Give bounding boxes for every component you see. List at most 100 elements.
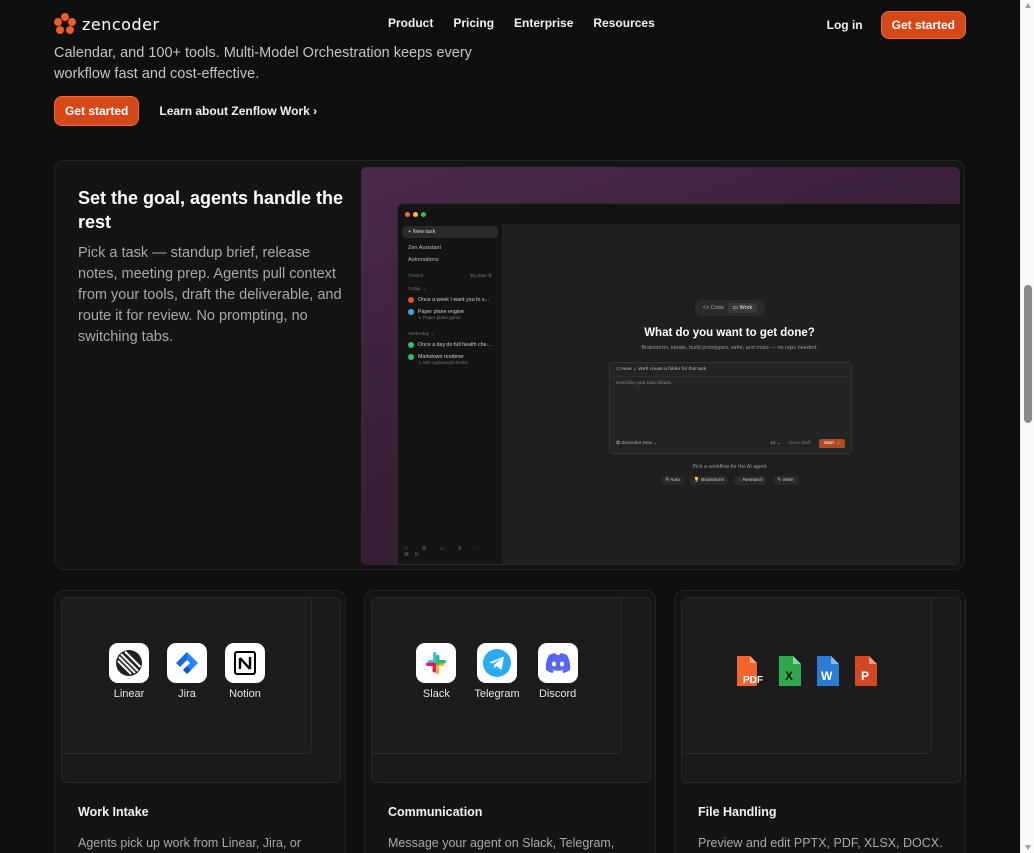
workflow-brainstorm[interactable]: 💡 Brainstorm (689, 476, 729, 485)
save-draft-button[interactable]: Save draft (789, 441, 811, 446)
prompt-footer: ✿ Zencoder Max ⌄ x1 ⌄ Save draft Start → (616, 439, 845, 448)
zencoder-logo-icon (54, 13, 76, 35)
feature-title: Set the goal, agents handle the rest (78, 188, 344, 232)
scroll-down-icon[interactable] (1025, 845, 1031, 850)
login-link[interactable]: Log in (827, 18, 863, 32)
integrations-visual: Linear Jira Notion (61, 597, 341, 783)
workflow-label: Pick a workflow for the AI agent (692, 464, 767, 470)
integration-linear: Linear (109, 643, 149, 700)
group-yesterday[interactable]: Yesterday ⌄ (402, 328, 498, 339)
tasks-header: TASKS By date ⇅ (402, 266, 498, 283)
maximize-window-icon (421, 211, 426, 217)
workflow-auto[interactable]: ⚲ Auto (661, 476, 684, 485)
integration-notion: Notion (225, 643, 265, 700)
work-intake-card: Linear Jira Notion Work Intake Agents pi… (54, 590, 346, 853)
task-item[interactable]: Markdown renderer ↳ MD Lightweight Editor (402, 351, 498, 369)
learn-zenflow-label: Learn about Zenflow Work (159, 104, 310, 118)
prompt-actions: x1 ⌄ Save draft Start → (770, 439, 845, 448)
prompt-box[interactable]: ▭ New ⌄ We'll create a folder for this t… (609, 362, 852, 454)
integrations-panel: Linear Jira Notion (62, 598, 312, 754)
telegram-icon (477, 643, 517, 683)
nav-link-resources[interactable]: Resources (593, 16, 654, 30)
nav-link-enterprise[interactable]: Enterprise (514, 16, 573, 30)
chevron-right-icon: › (313, 104, 318, 118)
card-description: Preview and edit PPTX, PDF, XLSX, DOCX. (698, 836, 943, 850)
minimize-window-icon (413, 211, 418, 217)
sidebar-bottom-icons[interactable]: ⚇ ⚙ ▭ ⚲ ⋯ ⌘K (404, 546, 502, 558)
mode-work[interactable]: ▭ Work (727, 303, 758, 313)
logo-text: zencoder (82, 14, 160, 34)
count-select[interactable]: x1 ⌄ (770, 441, 780, 446)
task-subtitle: ↳ MD Lightweight Editor (418, 360, 469, 365)
integration-jira: Jira (167, 643, 207, 700)
pdf-file-icon: PDF (737, 656, 763, 686)
integration-label: Discord (538, 688, 577, 700)
svg-text:X: X (785, 669, 793, 683)
top-nav: zencoder Product Pricing Enterprise Reso… (0, 0, 1020, 46)
main-title: What do you want to get done? (644, 327, 815, 339)
prompt-input[interactable]: Describe your task details. (610, 377, 851, 390)
mode-toggle[interactable]: <> Code ▭ Work (695, 300, 765, 316)
learn-zenflow-link[interactable]: Learn about Zenflow Work › (159, 104, 317, 118)
scroll-up-icon[interactable] (1025, 3, 1031, 8)
integrations-visual: Slack Telegram Discord (371, 597, 651, 783)
powerpoint-file-icon: P (855, 656, 877, 686)
task-item[interactable]: Paper plane engine ↳ Paper plane game (402, 306, 498, 324)
svg-text:PDF: PDF (743, 675, 763, 686)
app-mockup: + New task Zen Assistant Automations TAS… (397, 203, 960, 565)
task-status-icon (408, 297, 414, 303)
integration-discord: Discord (537, 643, 578, 700)
prompt-header: ▭ New ⌄ We'll create a folder for this t… (610, 363, 851, 377)
notion-icon (225, 643, 265, 683)
mode-code[interactable]: <> Code (703, 305, 724, 311)
page-scrollbar[interactable] (1020, 0, 1034, 853)
nav-link-product[interactable]: Product (388, 16, 433, 30)
hero-get-started-button[interactable]: Get started (54, 96, 140, 126)
integration-label: Slack (422, 688, 450, 700)
integration-icons: Linear Jira Notion (62, 643, 312, 700)
tasks-label: TASKS (408, 274, 424, 279)
jira-icon (167, 643, 207, 683)
discord-icon (537, 643, 578, 683)
integration-label: Jira (178, 688, 196, 700)
slack-icon (416, 643, 457, 683)
window-titlebar (398, 204, 960, 224)
integration-label: Notion (229, 688, 261, 700)
workflow-write[interactable]: ✎ Write (773, 476, 798, 485)
card-title: File Handling (698, 805, 777, 819)
sort-control[interactable]: By date ⇅ (470, 274, 492, 279)
card-title: Work Intake (78, 805, 149, 819)
file-handling-card: PDF X W P File Handling Preview and edit… (674, 590, 966, 853)
hero-actions: Get started Learn about Zenflow Work › (54, 96, 317, 126)
task-subtitle: ↳ Paper plane game (418, 315, 461, 320)
automations-item[interactable]: Automations (402, 254, 498, 266)
integration-slack: Slack (416, 643, 457, 700)
logo[interactable]: zencoder (54, 13, 160, 35)
excel-file-icon: X (779, 656, 801, 686)
app-main: <> Code ▭ Work What do you want to get d… (502, 224, 960, 564)
workflow-chips: ⚲ Auto 💡 Brainstorm ◌ Research ✎ Write (502, 476, 957, 485)
integration-label: Linear (113, 688, 145, 700)
app-sidebar: + New task Zen Assistant Automations TAS… (398, 224, 502, 564)
task-item[interactable]: Once a day do full health che... (402, 339, 498, 351)
task-title: Once a week I want you to s... (418, 297, 489, 303)
new-task-button[interactable]: + New task (402, 226, 498, 238)
feature-card: Set the goal, agents handle the rest Pic… (54, 160, 965, 570)
feature-visual: + New task Zen Assistant Automations TAS… (361, 167, 960, 565)
workflow-research[interactable]: ◌ Research (734, 476, 768, 485)
task-status-icon (408, 309, 414, 315)
nav-link-pricing[interactable]: Pricing (453, 16, 494, 30)
feature-description: Pick a task — standup brief, release not… (78, 245, 342, 345)
scrollbar-thumb[interactable] (1024, 285, 1032, 423)
integrations-panel: Slack Telegram Discord (372, 598, 622, 754)
model-select[interactable]: ✿ Zencoder Max ⌄ (616, 441, 657, 446)
nav-get-started-button[interactable]: Get started (880, 11, 966, 39)
word-file-icon: W (817, 656, 839, 686)
start-button[interactable]: Start → (818, 439, 845, 448)
zen-assistant-item[interactable]: Zen Assistant (402, 242, 498, 254)
card-description: Message your agent on Slack, Telegram, (388, 836, 615, 850)
nav-links: Product Pricing Enterprise Resources (388, 16, 655, 30)
group-today[interactable]: Today ⌄ (402, 283, 498, 294)
task-item[interactable]: Once a week I want you to s... (402, 294, 498, 306)
file-type-icons: PDF X W P (682, 654, 932, 688)
